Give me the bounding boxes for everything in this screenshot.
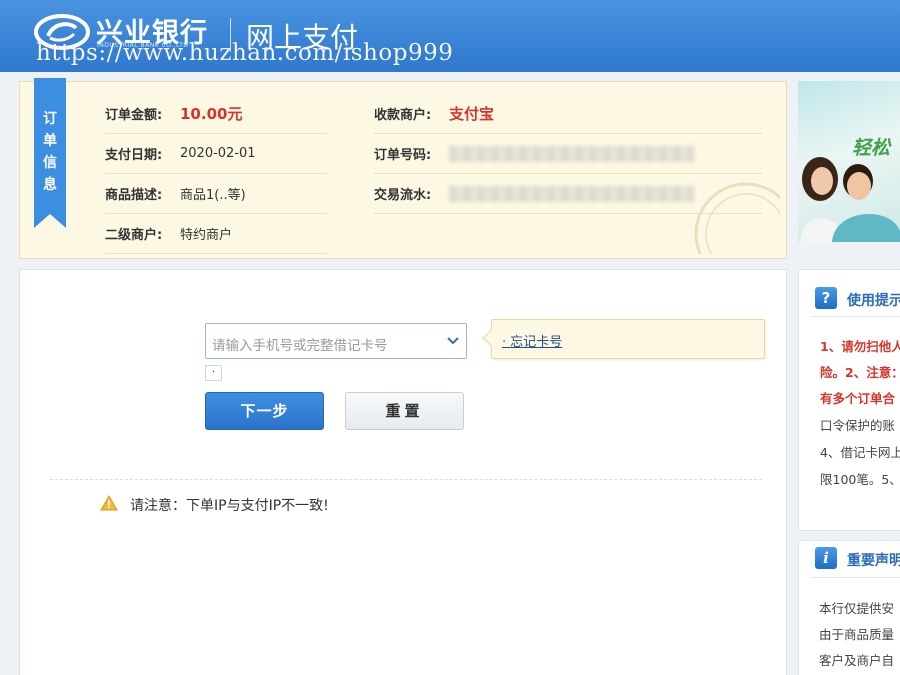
- bank-seal-watermark-icon: [694, 182, 780, 254]
- amount-label: 订单金额:: [105, 108, 163, 123]
- order-info-panel: 订单信息 订单金额: 10.00元 收款商户: 支付宝 支付日期: 2020-0…: [19, 78, 787, 259]
- amount-value: 10.00元: [180, 105, 243, 123]
- date-value: 2020-02-01: [180, 146, 256, 161]
- usage-line: 4、借记卡网上: [820, 445, 900, 460]
- usage-tips-panel: ? 使用提示 1、请勿扫他人 险。2、注意： 有多个订单合 口令保护的账 4、借…: [798, 269, 900, 531]
- warning-icon: [100, 495, 118, 511]
- payee-value: 支付宝: [449, 105, 495, 123]
- important-notice-title: 重要声明: [847, 553, 900, 569]
- usage-line: 险。2、注意：: [820, 365, 900, 380]
- side-divider: [811, 316, 900, 317]
- sub-merchant-label: 二级商户:: [105, 228, 163, 243]
- side-divider: [811, 577, 900, 578]
- divider: [50, 479, 762, 480]
- order-info-ribbon-label: 订单信息: [43, 111, 57, 193]
- sub-merchant-row: 二级商户: 特约商户: [105, 214, 327, 254]
- next-step-button[interactable]: 下一步: [205, 392, 324, 430]
- info-icon: i: [815, 547, 837, 569]
- tip-bullet: ·: [502, 335, 507, 350]
- payee-label: 收款商户:: [374, 108, 432, 123]
- account-input[interactable]: 请输入手机号或完整借记卡号: [205, 323, 467, 359]
- notice-line: 本行仅提供安: [819, 601, 895, 616]
- usage-line: 限100笔。5、: [820, 472, 900, 487]
- serial-value-redacted: [449, 185, 694, 202]
- order-no-value-redacted: [449, 145, 694, 162]
- date-row: 支付日期: 2020-02-01: [105, 134, 327, 174]
- usage-line: 有多个订单合: [820, 391, 896, 406]
- promo-people-image: [800, 157, 900, 242]
- payment-form-panel: 请输入手机号或完整借记卡号 · 忘记卡号 · 下一步 重置 请注意：下单IP与支…: [19, 269, 787, 675]
- order-no-row: 订单号码:: [374, 134, 762, 174]
- forgot-card-tip: · 忘记卡号: [482, 319, 765, 359]
- tip-arrow: [482, 329, 500, 347]
- date-label: 支付日期:: [105, 148, 163, 163]
- captcha-box[interactable]: ·: [205, 365, 222, 381]
- watermark-url: https://www.huzhan.com/ishop999: [36, 40, 454, 66]
- reset-button[interactable]: 重置: [345, 392, 464, 430]
- banner-slogan: 轻松: [852, 137, 891, 159]
- header-bar: 兴业银行 INDUSTRIAL BANK CO.,LTD 网上支付 https:…: [0, 0, 900, 72]
- serial-label: 交易流水:: [374, 188, 432, 203]
- account-input-placeholder: 请输入手机号或完整借记卡号: [212, 338, 388, 354]
- chevron-down-icon[interactable]: [446, 333, 460, 347]
- help-icon: ?: [815, 287, 837, 309]
- important-notice-panel: i 重要声明 本行仅提供安 由于商品质量 客户及商户自: [798, 540, 900, 675]
- usage-line: 1、请勿扫他人: [820, 339, 900, 354]
- payee-row: 收款商户: 支付宝: [374, 94, 762, 134]
- usage-line: 口令保护的账: [820, 418, 896, 433]
- sub-merchant-value: 特约商户: [180, 228, 233, 243]
- desc-value: 商品1(..等): [180, 188, 246, 203]
- forgot-card-link[interactable]: · 忘记卡号: [502, 331, 562, 350]
- desc-label: 商品描述:: [105, 188, 163, 203]
- usage-tips-title: 使用提示: [847, 293, 900, 309]
- forgot-card-label: 忘记卡号: [510, 335, 563, 350]
- amount-row: 订单金额: 10.00元: [105, 94, 327, 134]
- notice-line: 客户及商户自: [819, 653, 895, 668]
- notice-line: 由于商品质量: [819, 627, 895, 642]
- order-no-label: 订单号码:: [374, 148, 432, 163]
- ip-mismatch-warning: 请注意：下单IP与支付IP不一致!: [130, 498, 329, 514]
- desc-row: 商品描述: 商品1(..等): [105, 174, 327, 214]
- promo-banner[interactable]: 轻松: [798, 81, 900, 242]
